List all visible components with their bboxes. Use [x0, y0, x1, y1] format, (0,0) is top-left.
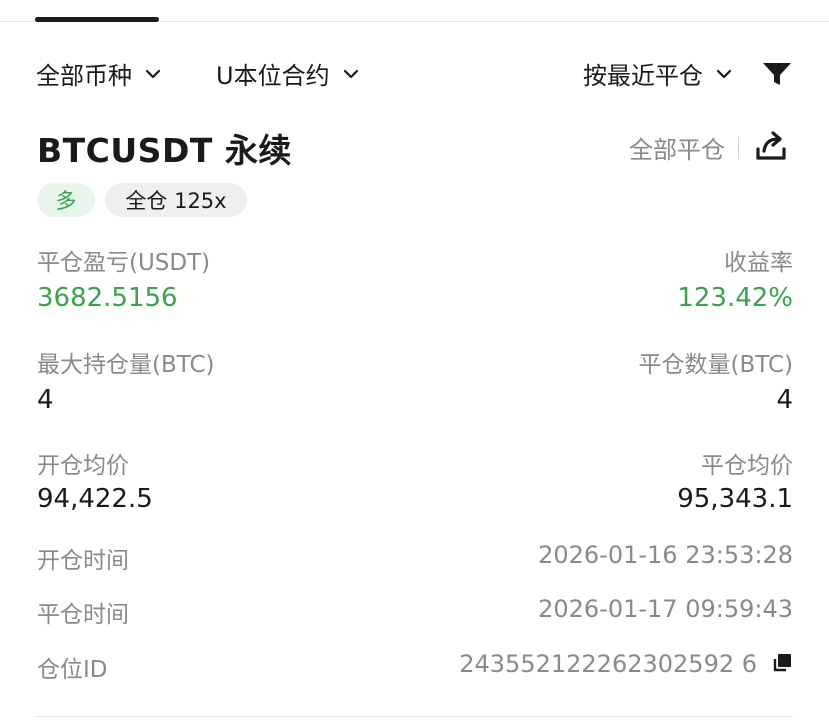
- funnel-icon[interactable]: [761, 60, 793, 88]
- chevron-down-icon: [343, 69, 358, 78]
- position-title: BTCUSDT 永续: [37, 131, 292, 170]
- open-time-label: 开仓时间: [37, 548, 129, 574]
- roi-label: 收益率: [724, 250, 793, 276]
- contract-type-filter[interactable]: U本位合约: [216, 56, 360, 91]
- filter-bar: 全部币种 U本位合约 按最近平仓: [36, 56, 793, 96]
- sort-filter[interactable]: 按最近平仓: [583, 56, 733, 91]
- close-avg-label: 平仓均价: [701, 453, 793, 479]
- open-avg-value: 94,422.5: [37, 484, 153, 514]
- share-icon[interactable]: [753, 127, 789, 163]
- close-time-value: 2026-01-17 09:59:43: [538, 595, 793, 623]
- open-avg-label: 开仓均价: [37, 453, 129, 479]
- margin-leverage-badge: 全仓 125x: [105, 183, 247, 217]
- pnl-label: 平仓盈亏(USDT): [37, 250, 211, 276]
- contract-type-label: U本位合约: [216, 62, 330, 90]
- sort-filter-label: 按最近平仓: [583, 62, 703, 90]
- position-id-label: 仓位ID: [37, 657, 108, 683]
- pnl-value: 3682.5156: [37, 283, 178, 313]
- side-badge: 多: [37, 183, 95, 217]
- chevron-down-icon: [716, 69, 732, 78]
- close-time-label: 平仓时间: [37, 602, 129, 628]
- chevron-down-icon: [145, 69, 161, 78]
- bottom-divider: [36, 716, 793, 717]
- close-all-button[interactable]: 全部平仓: [629, 130, 725, 165]
- close-avg-value: 95,343.1: [677, 484, 793, 514]
- position-id-value: 243552122262302592 6: [459, 650, 757, 678]
- max-position-value: 4: [37, 385, 54, 415]
- currency-filter-label: 全部币种: [36, 62, 132, 90]
- currency-filter[interactable]: 全部币种: [36, 56, 162, 91]
- open-time-value: 2026-01-16 23:53:28: [538, 541, 793, 569]
- copy-icon[interactable]: [771, 652, 793, 674]
- active-tab-indicator: [35, 17, 159, 22]
- close-quantity-value: 4: [776, 385, 793, 415]
- roi-value: 123.42%: [677, 283, 793, 313]
- max-position-label: 最大持仓量(BTC): [37, 352, 215, 378]
- divider: [738, 138, 739, 158]
- close-quantity-label: 平仓数量(BTC): [638, 352, 794, 378]
